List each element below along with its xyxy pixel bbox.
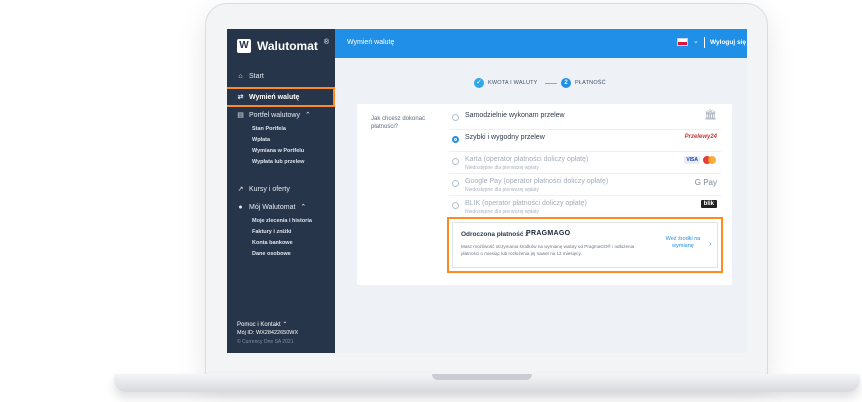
- sidebar-item-label: Mój Walutomat: [249, 203, 296, 211]
- sidebar-item-label: Wymień walutę: [249, 93, 300, 101]
- sidebar-subitem[interactable]: Dane osobowe: [252, 251, 291, 257]
- deferred-description: Masz możliwość otrzymania środków na wym…: [461, 244, 635, 256]
- payment-option-card[interactable]: Karta (operator płatności doliczy opłatę…: [449, 152, 721, 174]
- sidebar-subitem[interactable]: Faktury i zniżki: [252, 229, 291, 235]
- option-note: Niedostępne dla pierwszej wpłaty: [465, 209, 539, 215]
- chevron-right-icon[interactable]: ›: [709, 241, 711, 248]
- option-label: Karta (operator płatności doliczy opłatę…: [465, 156, 589, 163]
- sidebar-subitem[interactable]: Wymiana w Portfelu: [252, 148, 304, 154]
- chevron-up-icon: ⌃: [300, 204, 307, 211]
- blik-logo: blik: [700, 200, 717, 208]
- step-amount-label[interactable]: KWOTA I WALUTY: [488, 80, 538, 86]
- radio-button[interactable]: [452, 114, 459, 121]
- sidebar-subitem[interactable]: Wpłata: [252, 137, 270, 143]
- sidebar-item-wallet[interactable]: ▤ Portfel walutowy ⌃: [237, 111, 311, 120]
- registered-mark: ®: [323, 38, 330, 46]
- copyright: © Currency One SA 2021: [237, 339, 294, 345]
- option-note: Niedostępne dla pierwszej wpłaty: [465, 165, 539, 171]
- sidebar-item-label: Kursy i oferty: [249, 185, 290, 193]
- logo-icon: W: [237, 39, 251, 53]
- card-logos: VISA: [684, 156, 717, 164]
- chevron-down-icon[interactable]: ⌄: [693, 37, 699, 45]
- option-label: BLIK (operator płatności doliczy opłatę): [465, 200, 587, 207]
- payment-option-google-pay[interactable]: Google Pay (operator płatności doliczy o…: [449, 174, 721, 196]
- sidebar-item-account[interactable]: ● Mój Walutomat ⌃: [237, 203, 307, 212]
- sidebar-subitem[interactable]: Stan Portfela: [252, 126, 286, 132]
- logout-link[interactable]: Wyloguj się: [710, 39, 746, 46]
- mastercard-icon: [703, 156, 717, 164]
- sidebar-item-start[interactable]: ⌂ Start: [237, 73, 264, 80]
- laptop-notch: [432, 374, 532, 380]
- option-label: Google Pay (operator płatności doliczy o…: [465, 178, 609, 185]
- sidebar-item-rates[interactable]: ↗ Kursy i oferty: [237, 185, 290, 194]
- deferred-payment-card: Odroczona płatność z PRAGMAGO Masz możli…: [452, 222, 718, 268]
- bank-icon: 🏛: [704, 110, 717, 121]
- sidebar-subitem[interactable]: Moje zlecenia i historia: [252, 218, 312, 224]
- topbar: Wymień walutę ⌄ Wyloguj się: [335, 29, 747, 58]
- payment-option-fast-transfer[interactable]: Szybki i wygodny przelew Przelewy24: [449, 130, 721, 152]
- step-payment-label: PŁATNOŚĆ: [575, 80, 606, 86]
- laptop-mockup: W Walutomat ® ⌂ Start ⇄ Wymień walutę ▤ …: [0, 0, 862, 402]
- radio-button[interactable]: [452, 180, 459, 187]
- option-label: Samodzielnie wykonam przelew: [465, 112, 565, 119]
- step-done-icon: ✓: [474, 78, 484, 88]
- user-id: Mój ID: WX28422650WX: [237, 330, 299, 336]
- deferred-payment-box[interactable]: Odroczona płatność z PRAGMAGO Masz możli…: [447, 217, 723, 273]
- sidebar-subitem[interactable]: Konta bankowe: [252, 240, 293, 246]
- google-pay-logo: G Pay: [694, 178, 717, 187]
- sidebar-item-exchange[interactable]: ⇄ Wymień walutę: [227, 87, 335, 107]
- option-note: Niedostępne dla pierwszej wpłaty: [465, 187, 539, 193]
- get-funds-link[interactable]: Weź środki na wymianę: [661, 236, 705, 250]
- app-name: Walutomat: [257, 39, 318, 53]
- poland-flag-icon[interactable]: [677, 38, 688, 46]
- pragmago-logo: PRAGMAGO: [526, 230, 571, 237]
- exchange-icon: ⇄: [237, 94, 244, 101]
- step-connector: [545, 83, 557, 84]
- sidebar-item-label: Start: [249, 73, 264, 80]
- deferred-title: Odroczona płatność z: [461, 231, 529, 238]
- app-screen: W Walutomat ® ⌂ Start ⇄ Wymień walutę ▤ …: [227, 29, 747, 353]
- user-icon: ●: [238, 203, 243, 211]
- radio-button-selected[interactable]: [452, 136, 459, 143]
- home-icon: ⌂: [238, 73, 243, 80]
- payment-option-blik[interactable]: BLIK (operator płatności doliczy opłatę)…: [449, 196, 721, 218]
- sidebar: W Walutomat ® ⌂ Start ⇄ Wymień walutę ▤ …: [227, 29, 335, 353]
- step-number: 2: [561, 78, 571, 88]
- sidebar-item-label: Portfel walutowy: [249, 111, 300, 119]
- radio-button[interactable]: [452, 158, 459, 165]
- help-contact-link[interactable]: Pomoc i Kontakt ⌃: [237, 321, 287, 328]
- help-label: Pomoc i Kontakt: [237, 322, 281, 328]
- chevron-up-icon: ⌃: [304, 112, 311, 119]
- przelewy24-logo: Przelewy24: [684, 134, 717, 140]
- sidebar-subitem[interactable]: Wypłata lub przelew: [252, 159, 304, 165]
- app-logo[interactable]: W Walutomat ®: [237, 39, 329, 53]
- radio-button[interactable]: [452, 202, 459, 209]
- payment-question: Jak chcesz dokonać płatności?: [371, 116, 426, 130]
- visa-logo: VISA: [684, 156, 700, 164]
- page-title: Wymień walutę: [347, 39, 395, 46]
- payment-option-manual-transfer[interactable]: Samodzielnie wykonam przelew 🏛: [449, 108, 721, 130]
- chart-icon: ↗: [237, 186, 244, 193]
- option-label: Szybki i wygodny przelew: [465, 134, 545, 141]
- wallet-icon: ▤: [237, 112, 244, 119]
- chevron-up-icon: ⌃: [282, 322, 288, 328]
- divider: [704, 37, 705, 48]
